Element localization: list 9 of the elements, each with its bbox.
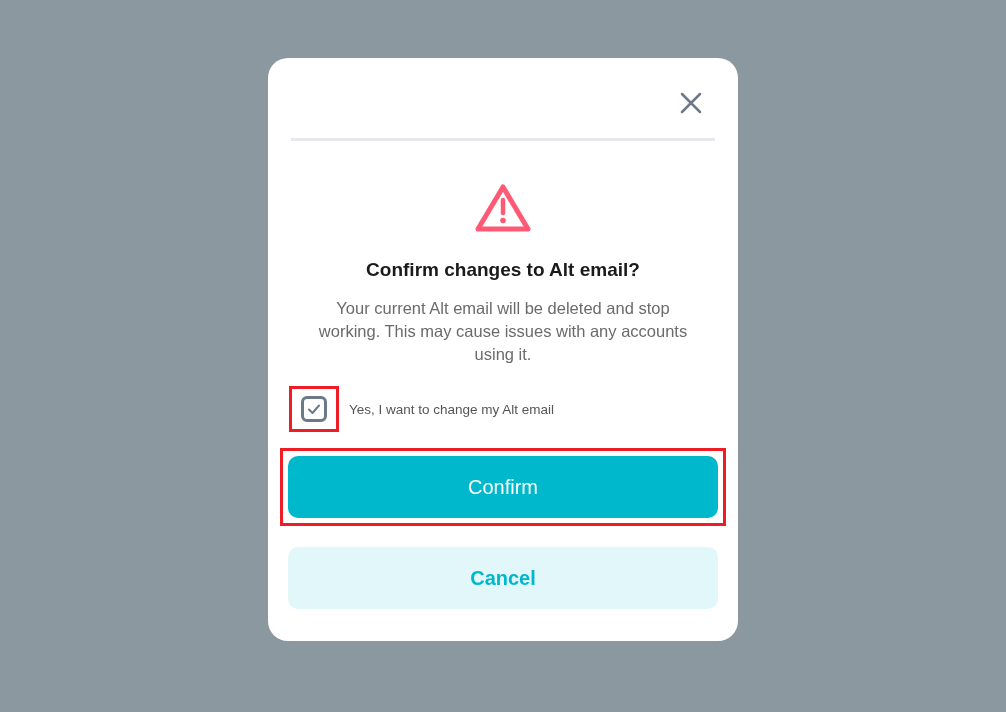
dialog-title: Confirm changes to Alt email? <box>365 259 641 281</box>
warning-icon <box>474 183 532 233</box>
checkbox[interactable] <box>301 396 327 422</box>
close-icon[interactable] <box>679 91 703 115</box>
check-icon <box>307 402 321 416</box>
dialog-message: Your current Alt email will be deleted and stop working. This may cause issues with any accounts using it. <box>317 298 689 365</box>
cancel-button[interactable]: Cancel <box>288 547 718 609</box>
checkbox-label: Yes, I want to change my Alt email <box>349 401 555 417</box>
confirm-button[interactable]: Confirm <box>288 456 718 518</box>
